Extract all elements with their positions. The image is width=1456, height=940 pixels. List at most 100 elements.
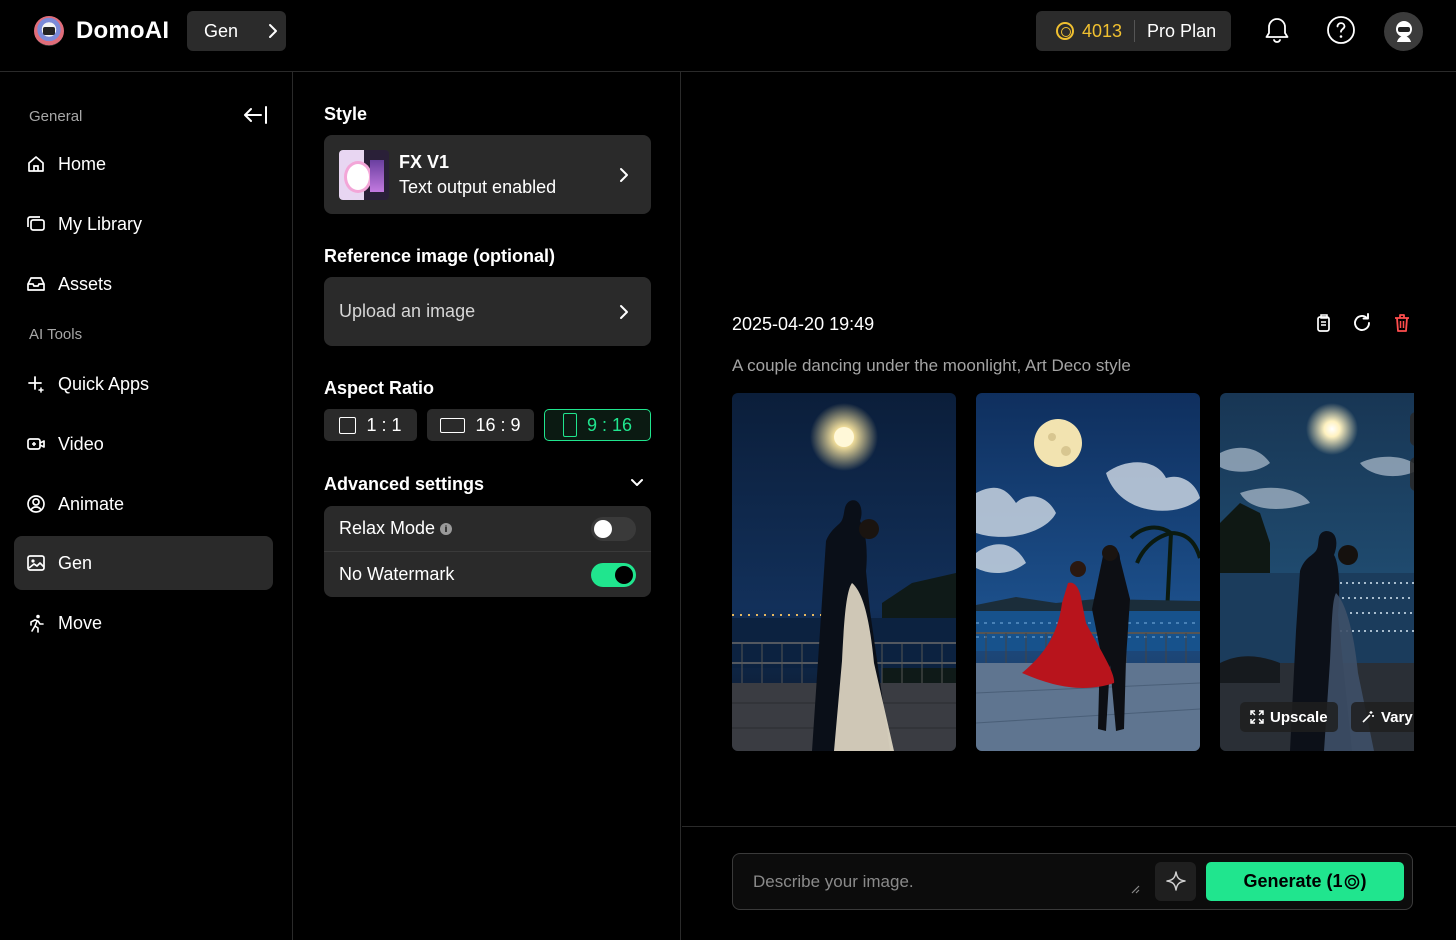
vary-button[interactable]: Vary xyxy=(1351,702,1414,732)
divider xyxy=(682,826,1456,827)
sidebar: General Home My Library Assets AI Tools … xyxy=(0,72,293,940)
advanced-settings-heading[interactable]: Advanced settings xyxy=(324,474,484,495)
reference-heading: Reference image (optional) xyxy=(324,246,556,266)
credits-plan-button[interactable]: 4013 Pro Plan xyxy=(1036,11,1231,51)
credit-balance: 4013 xyxy=(1082,20,1123,41)
collapse-sidebar-icon[interactable] xyxy=(242,104,268,126)
ratio-label: 1 : 1 xyxy=(366,414,402,435)
enhance-prompt-button[interactable] xyxy=(1155,862,1196,901)
section-label-ai-tools: AI Tools xyxy=(29,326,83,343)
avatar-icon xyxy=(1395,20,1412,42)
sidebar-item-label: Animate xyxy=(58,493,125,514)
delete-icon[interactable] xyxy=(1391,312,1413,334)
sidebar-item-move[interactable]: Move xyxy=(14,596,273,650)
help-icon[interactable] xyxy=(1325,14,1357,46)
regenerate-icon[interactable] xyxy=(1351,312,1373,334)
settings-panel: Style FX V1 Text output enabled Referenc… xyxy=(294,72,681,940)
sidebar-item-label: Home xyxy=(58,153,107,174)
upload-image-button[interactable]: Upload an image xyxy=(324,277,651,346)
sidebar-item-my-library[interactable]: My Library xyxy=(14,197,273,251)
ratio-label: 16 : 9 xyxy=(475,414,521,435)
ratio-16-9-button[interactable]: 16 : 9 xyxy=(427,409,534,441)
sidebar-item-gen[interactable]: Gen xyxy=(14,536,273,590)
upload-label: Upload an image xyxy=(339,301,476,321)
chevron-right-icon xyxy=(620,168,628,182)
generated-image-art xyxy=(976,393,1200,751)
style-subtitle: Text output enabled xyxy=(399,177,557,197)
chevron-right-icon xyxy=(620,305,628,319)
no-watermark-toggle[interactable] xyxy=(591,563,636,587)
plan-label: Pro Plan xyxy=(1147,20,1217,41)
generate-button[interactable]: Generate (1 ) xyxy=(1206,862,1404,901)
results-area: 2025-04-20 19:49 A couple dancing under … xyxy=(682,72,1456,940)
generation-prompt: A couple dancing under the moonlight, Ar… xyxy=(732,356,1131,375)
section-label-general: General xyxy=(29,108,83,125)
resize-handle-icon[interactable] xyxy=(1130,884,1140,894)
aspect-ratio-heading: Aspect Ratio xyxy=(324,378,435,398)
animate-icon xyxy=(27,495,45,513)
generation-timestamp: 2025-04-20 19:49 xyxy=(732,314,875,334)
sidebar-item-label: Video xyxy=(58,433,104,454)
section-breadcrumb-button[interactable]: Gen xyxy=(187,11,286,51)
image-gallery: Upscale Vary xyxy=(732,393,1414,751)
prompt-composer: Generate (1 ) xyxy=(732,853,1413,910)
relax-mode-toggle[interactable] xyxy=(591,517,636,541)
sidebar-item-label: My Library xyxy=(58,213,143,234)
section-breadcrumb-label: Gen xyxy=(204,20,239,41)
sparkle-icon xyxy=(28,376,44,393)
style-heading: Style xyxy=(324,104,368,124)
assets-icon xyxy=(27,277,45,291)
generated-image-2[interactable] xyxy=(976,393,1200,751)
generated-image-art xyxy=(1220,393,1414,751)
no-watermark-row: No Watermark xyxy=(324,552,651,597)
logo-mark-icon xyxy=(34,16,64,46)
logo[interactable]: DomoAI xyxy=(34,16,169,46)
chevron-down-icon[interactable] xyxy=(630,478,644,488)
app-root: DomoAI Gen 4013 Pro Plan General Home My… xyxy=(0,0,1456,940)
sparkle-icon xyxy=(1165,870,1186,891)
app-name: DomoAI xyxy=(76,17,170,44)
generated-image-3[interactable]: Upscale Vary xyxy=(1220,393,1414,751)
prompt-input[interactable] xyxy=(753,872,1133,892)
home-icon xyxy=(28,156,44,172)
sidebar-item-label: Gen xyxy=(58,552,93,573)
sidebar-item-quick-apps[interactable]: Quick Apps xyxy=(14,357,273,411)
style-name: FX V1 xyxy=(399,152,450,172)
video-icon xyxy=(27,438,45,450)
generate-suffix: ) xyxy=(1360,871,1367,891)
style-thumbnail xyxy=(339,150,389,200)
sidebar-item-animate[interactable]: Animate xyxy=(14,477,273,531)
ratio-1-1-button[interactable]: 1 : 1 xyxy=(324,409,417,441)
sidebar-item-label: Assets xyxy=(58,273,113,294)
landscape-ratio-icon xyxy=(440,417,466,433)
sidebar-item-video[interactable]: Video xyxy=(14,417,273,471)
sidebar-item-home[interactable]: Home xyxy=(14,137,273,191)
relax-mode-label: Relax Mode xyxy=(339,518,436,538)
upscale-label: Upscale xyxy=(1270,708,1328,726)
relax-mode-row: Relax Mode i xyxy=(324,506,651,551)
upscale-button[interactable]: Upscale xyxy=(1240,702,1338,732)
generated-image-art xyxy=(732,393,956,751)
toggle-knob xyxy=(615,566,633,584)
portrait-ratio-icon xyxy=(562,413,577,437)
save-to-assets-button[interactable] xyxy=(1410,412,1414,446)
divider xyxy=(1134,20,1136,42)
download-button[interactable] xyxy=(1410,457,1414,491)
info-icon[interactable]: i xyxy=(440,522,453,535)
coin-icon xyxy=(1056,22,1074,40)
advanced-settings-card: Relax Mode i No Watermark xyxy=(324,506,651,597)
sidebar-item-assets[interactable]: Assets xyxy=(14,257,273,311)
generate-label: Generate (1 xyxy=(1243,871,1343,891)
expand-icon xyxy=(1250,710,1264,724)
generated-image-1[interactable] xyxy=(732,393,956,751)
style-selector[interactable]: FX V1 Text output enabled xyxy=(324,135,651,214)
ratio-label: 9 : 16 xyxy=(586,414,633,435)
bell-icon[interactable] xyxy=(1261,14,1293,46)
vary-label: Vary xyxy=(1381,708,1413,726)
copy-icon[interactable] xyxy=(1312,312,1334,334)
ratio-9-16-button[interactable]: 9 : 16 xyxy=(544,409,651,441)
square-ratio-icon xyxy=(339,416,357,434)
move-icon xyxy=(30,614,44,633)
image-icon xyxy=(27,555,45,571)
user-avatar[interactable] xyxy=(1384,12,1423,51)
